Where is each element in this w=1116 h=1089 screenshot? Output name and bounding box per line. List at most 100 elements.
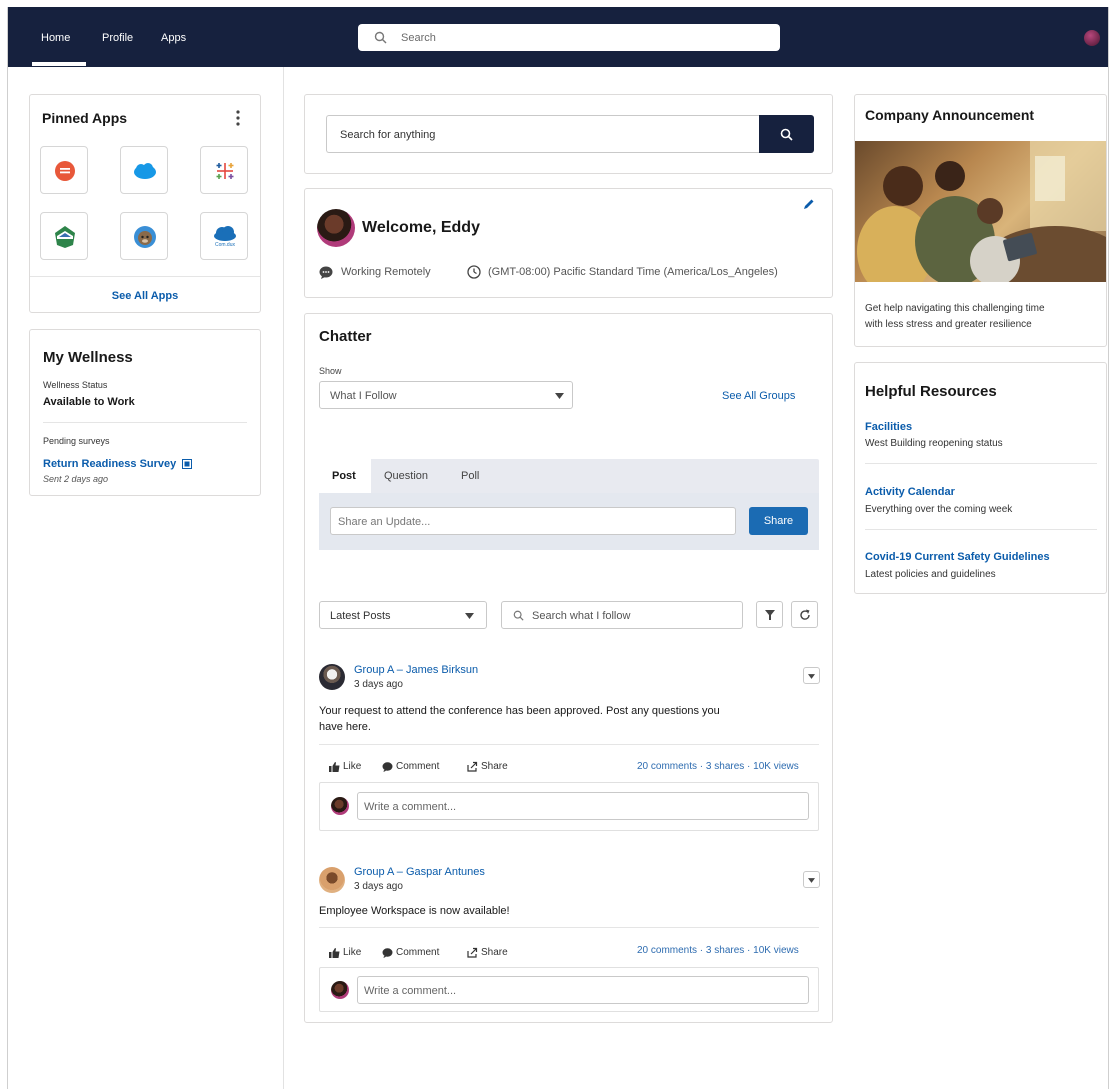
more-options-icon[interactable] (235, 109, 241, 127)
thumbs-up-icon (329, 948, 340, 958)
share-icon (467, 761, 478, 772)
refresh-feed-button[interactable] (791, 601, 818, 628)
comment-label: Comment (396, 947, 440, 958)
post-engagement-stats[interactable]: 20 comments · 3 shares · 10K views (637, 945, 799, 956)
resource-link-facilities[interactable]: Facilities (865, 421, 912, 433)
trailhead-badge-icon (55, 226, 75, 248)
main-search-placeholder: Search for anything (340, 129, 436, 141)
search-icon (513, 610, 524, 621)
family-photo-image (855, 141, 1106, 282)
post-actions-menu[interactable] (803, 871, 820, 888)
pinned-app-chat[interactable] (40, 146, 88, 194)
main-search-input[interactable]: Search for anything (326, 115, 760, 153)
chatter-title: Chatter (319, 328, 372, 345)
pinned-app-salesforce[interactable] (120, 146, 168, 194)
return-readiness-survey-link[interactable]: Return Readiness Survey (43, 458, 176, 470)
resource-link-activity-calendar[interactable]: Activity Calendar (865, 486, 955, 498)
publisher-panel: Post Question Poll Share an Update... Sh… (319, 459, 819, 550)
nav-apps[interactable]: Apps (161, 32, 186, 44)
search-icon (780, 128, 793, 141)
wellness-card: My Wellness Wellness Status Available to… (29, 329, 261, 496)
sort-posts-select[interactable]: Latest Posts (319, 601, 487, 629)
share-update-input[interactable]: Share an Update... (330, 507, 736, 535)
cloud-icon (134, 163, 156, 179)
commenter-avatar (331, 981, 349, 999)
main-search-button[interactable] (759, 115, 814, 153)
sort-posts-value: Latest Posts (330, 610, 391, 622)
refresh-icon (800, 609, 810, 620)
nav-profile[interactable]: Profile (102, 32, 133, 44)
see-all-groups-link[interactable]: See All Groups (722, 390, 795, 402)
global-search-input[interactable]: Search (358, 24, 780, 51)
global-search-placeholder: Search (401, 32, 436, 44)
post-author-link[interactable]: Group A – Gaspar Antunes (354, 866, 485, 878)
pending-surveys-label: Pending surveys (43, 436, 110, 446)
announcement-text-line: with less stress and greater resilience (865, 319, 1032, 330)
chevron-down-icon (808, 878, 815, 883)
resource-desc: Latest policies and guidelines (865, 569, 996, 580)
show-label: Show (319, 366, 342, 376)
post-author-link[interactable]: Group A – James Birksun (354, 664, 478, 676)
main-search-card: Search for anything (304, 94, 833, 174)
chat-status-icon (319, 266, 333, 279)
feed-post: Group A – James Birksun 3 days ago Your … (319, 661, 820, 831)
nav-home[interactable]: Home (41, 32, 70, 44)
user-avatar[interactable] (1084, 30, 1100, 46)
like-label: Like (343, 761, 362, 772)
feed-search-input[interactable]: Search what I follow (501, 601, 743, 629)
comment-label: Comment (396, 761, 440, 772)
see-all-apps-link[interactable]: See All Apps (30, 290, 260, 302)
feed-post: Group A – Gaspar Antunes 3 days ago Empl… (319, 863, 820, 1013)
thumbs-up-icon (329, 762, 340, 772)
post-divider (319, 744, 819, 745)
tab-post[interactable]: Post (319, 459, 371, 493)
post-timestamp: 3 days ago (354, 679, 403, 690)
search-icon (374, 31, 387, 44)
pinned-apps-title: Pinned Apps (42, 110, 128, 126)
share-button[interactable]: Share (749, 507, 808, 535)
top-nav-bar: Home Profile Apps Search (8, 7, 1108, 67)
share-label: Share (481, 947, 508, 958)
post-body-line: Your request to attend the conference ha… (319, 705, 720, 717)
announcement-title: Company Announcement (865, 107, 1035, 123)
tab-question[interactable]: Question (384, 470, 428, 482)
chatter-card: Chatter Show What I Follow See All Group… (304, 313, 833, 1023)
astro-icon (134, 226, 156, 248)
feed-search-placeholder: Search what I follow (532, 610, 631, 622)
post-author-avatar (319, 867, 345, 893)
pinned-apps-card: Pinned Apps Com.dux See All Apps (29, 94, 261, 313)
wellness-divider (43, 422, 247, 423)
tab-poll[interactable]: Poll (461, 470, 479, 482)
wellness-status-value: Available to Work (43, 396, 135, 408)
family-photo-illustration (857, 141, 1106, 282)
app-frame: Home Profile Apps Search Pinned Apps Com… (7, 7, 1109, 1089)
post-timestamp: 3 days ago (354, 881, 403, 892)
share-icon (467, 947, 478, 958)
filter-feed-button[interactable] (756, 601, 783, 628)
clock-icon (467, 265, 481, 279)
post-actions-menu[interactable] (803, 667, 820, 684)
pinned-apps-divider (30, 276, 260, 277)
pinned-app-tableau[interactable] (200, 146, 248, 194)
comment-box: Write a comment... (319, 782, 819, 831)
resource-link-covid-guidelines[interactable]: Covid-19 Current Safety Guidelines (865, 551, 1050, 563)
pinned-app-trailhead[interactable] (40, 212, 88, 260)
helpful-resources-title: Helpful Resources (865, 383, 997, 400)
comment-box: Write a comment... (319, 967, 819, 1012)
write-comment-input[interactable]: Write a comment... (357, 792, 809, 820)
svg-text:Com.dux: Com.dux (215, 242, 236, 248)
post-engagement-stats[interactable]: 20 comments · 3 shares · 10K views (637, 761, 799, 772)
pinned-app-astro[interactable] (120, 212, 168, 260)
share-update-placeholder: Share an Update... (338, 516, 431, 528)
column-divider (283, 67, 284, 1089)
post-divider (319, 927, 819, 928)
commenter-avatar (331, 797, 349, 815)
chevron-down-icon (555, 393, 564, 399)
com-dux-cloud-icon: Com.dux (214, 226, 236, 248)
write-comment-input[interactable]: Write a comment... (357, 976, 809, 1004)
show-filter-select[interactable]: What I Follow (319, 381, 573, 409)
welcome-card: Welcome, Eddy Working Remotely (GMT-08:0… (304, 188, 833, 298)
open-survey-icon[interactable] (182, 459, 192, 469)
pinned-app-com-dux[interactable]: Com.dux (200, 212, 248, 260)
edit-pencil-icon[interactable] (803, 198, 815, 210)
